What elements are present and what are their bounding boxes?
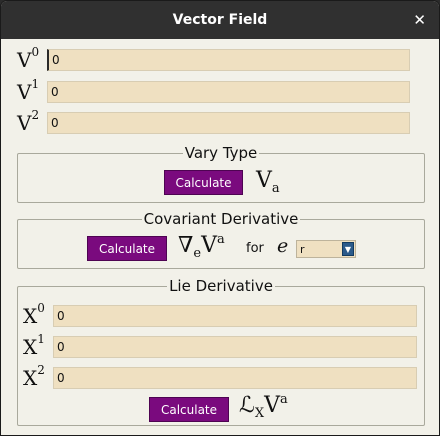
basis-select[interactable]: r ▼ [296,240,356,258]
vector-field-window: Vector Field ✕ V0 V1 V2 Vary Type Calcul… [0,0,440,436]
titlebar: Vector Field ✕ [1,1,439,39]
vary-type-result: Va [256,168,280,196]
covariant-derivative-group: Covariant Derivative Calculate ∇eVa for … [17,210,425,269]
covariant-derivative-title: Covariant Derivative [141,210,301,228]
vector-row-2: V2 [17,108,410,135]
covariant-expression: ∇eVa [178,232,225,261]
v2-input[interactable] [47,112,410,134]
lie-derivative-title: Lie Derivative [167,277,275,295]
vary-type-group: Vary Type Calculate Va [17,144,425,203]
x0-input[interactable] [53,305,417,327]
vector-row-0: V0 [17,45,410,72]
vary-type-calculate-button[interactable]: Calculate [164,170,243,195]
window-title: Vector Field [172,12,268,28]
lie-label-1: X1 [23,332,45,359]
v1-input[interactable] [47,81,410,103]
vector-label-2: V2 [17,108,40,135]
v0-input[interactable] [47,49,410,71]
vary-type-title: Vary Type [182,144,260,162]
e-symbol: e [277,235,289,257]
lie-label-0: X0 [23,301,45,328]
vector-label-1: V1 [17,77,40,104]
lie-calculate-button[interactable]: Calculate [149,397,229,422]
chevron-down-icon[interactable]: ▼ [342,242,354,256]
for-label: for [246,241,264,256]
close-icon[interactable]: ✕ [413,11,426,29]
covariant-calculate-button[interactable]: Calculate [87,236,167,261]
lie-expression: ℒXVa [239,392,288,421]
lie-label-2: X2 [23,363,45,390]
basis-select-value: r [300,242,305,256]
x1-input[interactable] [53,336,417,358]
x2-input[interactable] [53,367,417,389]
lie-row-0: X0 [23,301,417,328]
lie-row-2: X2 [23,363,417,390]
lie-derivative-group: Lie Derivative X0 X1 X2 Calculate ℒXVa [17,277,425,426]
vector-row-1: V1 [17,77,410,104]
lie-row-1: X1 [23,332,417,359]
vector-label-0: V0 [17,45,40,72]
